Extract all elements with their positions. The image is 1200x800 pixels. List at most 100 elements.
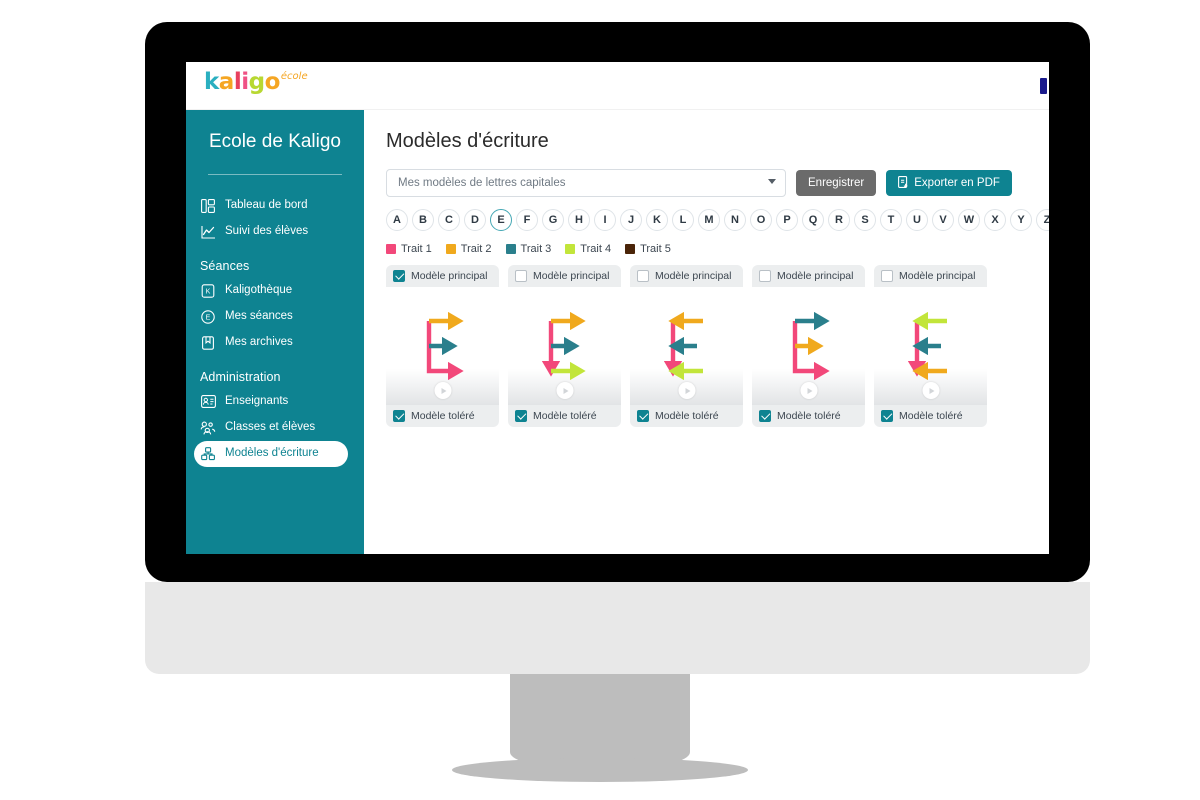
legend-item-4: Trait 4 (565, 243, 611, 255)
play-icon[interactable] (678, 382, 695, 399)
legend-swatch-icon (445, 244, 456, 254)
play-icon[interactable] (434, 382, 451, 399)
letter-button-S[interactable]: S (854, 209, 876, 231)
letter-button-C[interactable]: C (438, 209, 460, 231)
principal-checkbox-row[interactable]: Modèle principal (752, 265, 865, 287)
sidebar-item-mes-s-ances[interactable]: E Mes séances (186, 304, 364, 330)
tolere-checkbox-row[interactable]: Modèle toléré (386, 405, 499, 427)
tolere-checkbox[interactable] (393, 410, 405, 422)
export-pdf-button[interactable]: Exporter en PDF (886, 170, 1012, 196)
session-icon: E (200, 309, 216, 325)
principal-checkbox[interactable] (637, 270, 649, 282)
logo-letter: i (241, 69, 249, 95)
toolbar: Mes modèles de lettres capitales Enregis… (386, 169, 1049, 197)
logo-letter: a (218, 69, 235, 95)
students-icon (200, 420, 216, 436)
letter-button-H[interactable]: H (568, 209, 590, 231)
app-screen: kaligoécole Ecole de Kaligo Tableau de b… (186, 62, 1049, 554)
sidebar-item-label: Enseignants (225, 395, 289, 408)
principal-checkbox[interactable] (759, 270, 771, 282)
legend-label: Trait 4 (580, 243, 612, 255)
sidebar-item-tableau-de-bord[interactable]: Tableau de bord (186, 193, 364, 219)
sidebar-nav: Tableau de bord Suivi des élèves Séances K K… (186, 193, 364, 467)
letter-button-P[interactable]: P (776, 209, 798, 231)
letter-button-E[interactable]: E (490, 209, 512, 231)
legend-swatch-icon (625, 244, 636, 254)
sidebar-item-label: Mes archives (225, 336, 293, 349)
sidebar-item-enseignants[interactable]: Enseignants (186, 389, 364, 415)
export-pdf-label: Exporter en PDF (914, 177, 1000, 189)
monitor-chin (145, 582, 1090, 674)
principal-checkbox[interactable] (881, 270, 893, 282)
letter-button-J[interactable]: J (620, 209, 642, 231)
letter-button-W[interactable]: W (958, 209, 980, 231)
letter-button-B[interactable]: B (412, 209, 434, 231)
letter-button-O[interactable]: O (750, 209, 772, 231)
letter-button-Q[interactable]: Q (802, 209, 824, 231)
template-select[interactable]: Mes modèles de lettres capitales (386, 169, 786, 197)
tolere-checkbox[interactable] (637, 410, 649, 422)
tolere-checkbox[interactable] (881, 410, 893, 422)
letter-glyph-E (426, 311, 464, 381)
monitor-stand-neck (510, 674, 690, 766)
letter-button-T[interactable]: T (880, 209, 902, 231)
letter-glyph-E (792, 311, 830, 381)
principal-label: Modèle principal (411, 270, 488, 282)
play-icon[interactable] (800, 382, 817, 399)
letter-button-V[interactable]: V (932, 209, 954, 231)
model-card: Modèle principal Modèle toléré (386, 265, 499, 427)
sidebar-item-classes-et-l-ves[interactable]: Classes et élèves (186, 415, 364, 441)
letter-glyph-E (663, 311, 703, 381)
principal-checkbox-row[interactable]: Modèle principal (630, 265, 743, 287)
sidebar-divider (208, 173, 342, 175)
sidebar-item-kaligoth-que[interactable]: K Kaligothèque (186, 278, 364, 304)
model-preview (508, 287, 621, 405)
writing-models-icon (200, 446, 216, 462)
tolere-checkbox-row[interactable]: Modèle toléré (752, 405, 865, 427)
sidebar-section-2: Séances (200, 258, 250, 273)
model-card: Modèle principal Modèle toléré (874, 265, 987, 427)
user-badge[interactable] (1040, 78, 1047, 94)
kaligo-logo[interactable]: kaligoécole (204, 69, 308, 95)
letter-button-A[interactable]: A (386, 209, 408, 231)
letter-button-N[interactable]: N (724, 209, 746, 231)
tolere-checkbox-row[interactable]: Modèle toléré (630, 405, 743, 427)
letter-button-U[interactable]: U (906, 209, 928, 231)
play-icon[interactable] (556, 382, 573, 399)
principal-label: Modèle principal (533, 270, 610, 282)
sidebar-item-label: Modèles d'écriture (225, 447, 319, 460)
letter-button-G[interactable]: G (542, 209, 564, 231)
letter-button-K[interactable]: K (646, 209, 668, 231)
tolere-label: Modèle toléré (533, 410, 597, 422)
sidebar-item-mes-archives[interactable]: Mes archives (186, 330, 364, 356)
principal-checkbox-row[interactable]: Modèle principal (508, 265, 621, 287)
legend-label: Trait 3 (520, 243, 552, 255)
letter-button-R[interactable]: R (828, 209, 850, 231)
principal-checkbox-row[interactable]: Modèle principal (386, 265, 499, 287)
letter-button-Z[interactable]: Z (1036, 209, 1049, 231)
letter-button-L[interactable]: L (672, 209, 694, 231)
sidebar-item-suivi-des-l-ves[interactable]: Suivi des élèves (186, 219, 364, 245)
save-button[interactable]: Enregistrer (796, 170, 877, 196)
play-icon[interactable] (922, 382, 939, 399)
letter-button-X[interactable]: X (984, 209, 1006, 231)
principal-checkbox[interactable] (515, 270, 527, 282)
principal-checkbox-row[interactable]: Modèle principal (874, 265, 987, 287)
sidebar-item-mod-les-d-criture[interactable]: Modèles d'écriture (194, 440, 348, 467)
letter-button-F[interactable]: F (516, 209, 538, 231)
letter-button-I[interactable]: I (594, 209, 616, 231)
letter-button-D[interactable]: D (464, 209, 486, 231)
letter-button-Y[interactable]: Y (1010, 209, 1032, 231)
principal-checkbox[interactable] (393, 270, 405, 282)
tolere-checkbox-row[interactable]: Modèle toléré (874, 405, 987, 427)
principal-label: Modèle principal (777, 270, 854, 282)
tolere-checkbox-row[interactable]: Modèle toléré (508, 405, 621, 427)
letter-button-M[interactable]: M (698, 209, 720, 231)
monitor-stand-foot (452, 758, 748, 782)
sidebar-item-label: Suivi des élèves (225, 225, 309, 238)
logo-letter: o (264, 69, 281, 95)
tolere-checkbox[interactable] (759, 410, 771, 422)
tolere-checkbox[interactable] (515, 410, 527, 422)
school-name: Ecole de Kaligo (208, 131, 342, 152)
legend-item-1: Trait 1 (386, 243, 432, 255)
